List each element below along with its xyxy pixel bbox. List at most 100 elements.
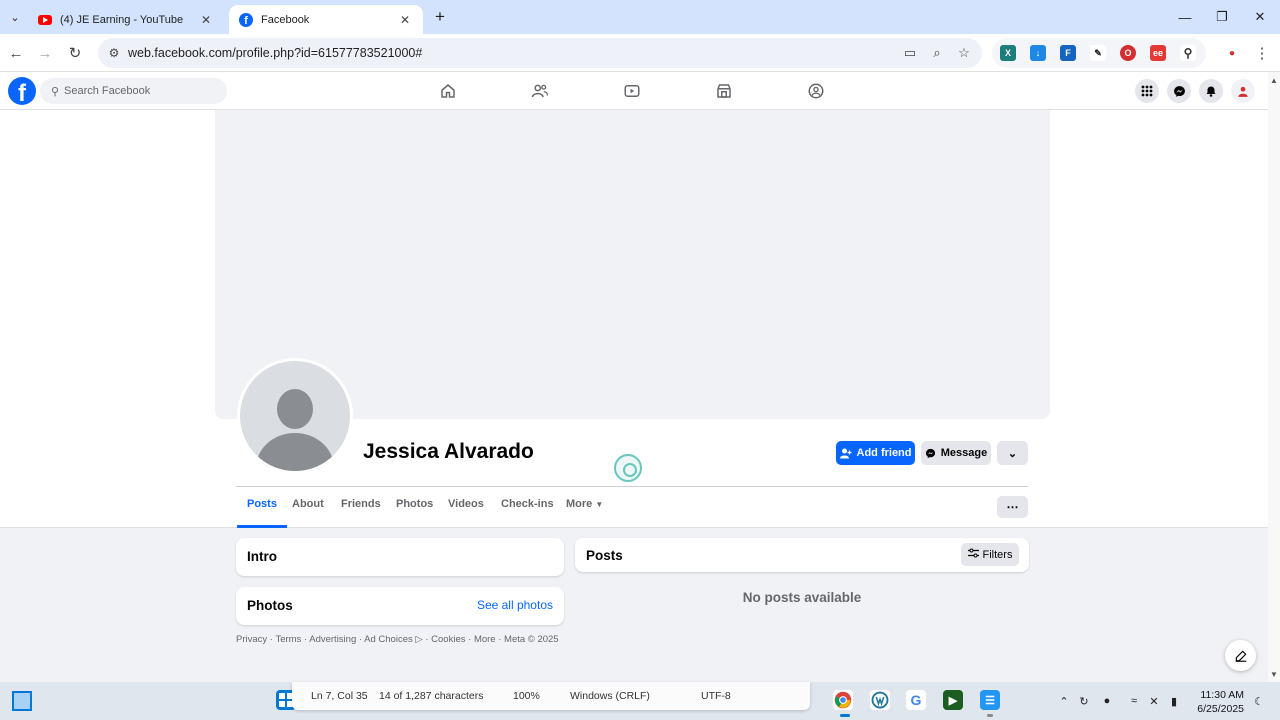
close-window-icon[interactable]: ✕ [1248,6,1272,28]
cover-photo[interactable] [215,110,1050,419]
editor-app-icon[interactable]: ▶ [943,690,963,710]
line-ending[interactable]: Windows (CRLF) [570,690,650,702]
footer-link-more[interactable]: More [474,634,496,645]
eyedropper-extension-icon[interactable]: ✎ [1090,45,1106,61]
new-message-button[interactable] [1225,640,1256,671]
filters-sliders-icon [967,548,979,561]
footer-link-advertising[interactable]: Advertising [309,634,356,645]
page-scrollbar[interactable]: ▲ ▼ [1268,72,1280,682]
footer-link-terms[interactable]: Terms [275,634,301,645]
no-posts-message: No posts available [742,590,862,605]
bookmark-star-icon[interactable]: ☆ [956,45,972,61]
extension-6-icon[interactable]: ee [1150,45,1166,61]
extension-5-icon[interactable]: O [1120,45,1136,61]
tab-friends[interactable]: Friends [341,498,381,526]
windows-taskbar: Ln 7, Col 35 14 of 1,287 characters 100%… [0,682,1280,720]
notifications-bell-icon[interactable] [1199,79,1223,103]
messenger-icon[interactable] [1167,79,1191,103]
add-friend-button[interactable]: Add friend [836,441,915,465]
ad-choices-icon: ▷ [415,634,423,645]
more-options-button[interactable]: ⋯ [997,496,1028,518]
tab-youtube[interactable]: (4) JE Earning - YouTube ✕ [28,5,224,34]
friends-icon[interactable] [530,81,550,101]
photos-card: Photos See all photos [236,587,564,625]
forward-arrow-icon[interactable]: → [35,43,55,63]
close-tab-icon[interactable]: ✕ [397,12,413,28]
tab-posts[interactable]: Posts [237,498,287,528]
footer-link-ad-choices[interactable]: Ad Choices [364,634,413,645]
zoom-icon[interactable]: ⌕ [929,45,945,61]
new-tab-button[interactable]: + [430,7,450,27]
posts-card: Posts Filters [575,538,1029,572]
account-avatar-icon[interactable] [1231,79,1255,103]
wordpress-icon[interactable] [870,690,890,710]
groups-icon[interactable] [806,81,826,101]
footer-links: Privacy · Terms · Advertising · Ad Choic… [236,634,559,645]
scroll-up-icon[interactable]: ▲ [1270,76,1278,85]
chrome-menu-icon[interactable]: ⋮ [1252,43,1272,63]
google-icon[interactable]: G [906,690,926,710]
minimize-icon[interactable]: — [1173,6,1197,28]
battery-icon[interactable]: ▮ [1167,694,1181,708]
footer-link-privacy[interactable]: Privacy [236,634,267,645]
widgets-icon[interactable] [12,691,32,711]
reload-icon[interactable]: ↻ [65,43,85,63]
tab-more[interactable]: More ▼ [566,498,603,526]
site-settings-icon[interactable]: ⚙ [106,45,122,61]
microphone-icon[interactable]: ● [1100,694,1114,708]
encoding[interactable]: UTF-8 [701,690,731,702]
system-clock[interactable]: 11:30 AM 6/25/2025 [1188,688,1244,716]
tab-search-chevron-icon[interactable]: ⌄ [6,8,24,26]
character-count: 14 of 1,287 characters [379,690,484,702]
marketplace-icon[interactable] [714,81,734,101]
tab-videos[interactable]: Videos [448,498,484,526]
search-input[interactable] [64,82,219,100]
facebook-search[interactable]: ⚲ [40,78,227,104]
extension-1-icon[interactable]: X [1000,45,1016,61]
tab-photos[interactable]: Photos [396,498,433,526]
profile-avatar-icon[interactable]: ● [1222,43,1242,63]
video-icon[interactable] [622,81,642,101]
profile-name: Jessica Alvarado [363,440,534,463]
notepad-icon[interactable]: ☰ [980,690,1000,710]
install-app-icon[interactable]: ▭ [902,45,918,61]
tab-title: Facebook [261,13,310,26]
sync-icon[interactable]: ↻ [1077,694,1091,708]
message-button[interactable]: Message [921,441,991,465]
ellipsis-icon: ⋯ [1006,500,1019,514]
notifications-moon-icon[interactable]: ☾ [1252,694,1266,708]
back-arrow-icon[interactable]: ← [6,43,26,63]
volume-muted-icon[interactable]: ✕ [1147,694,1161,708]
filters-label: Filters [982,548,1013,561]
profile-avatar[interactable] [237,358,353,474]
add-person-icon [839,448,852,459]
wifi-icon[interactable]: ≈ [1127,694,1141,708]
profile-options-button[interactable]: ⌄ [997,441,1028,465]
download-extension-icon[interactable]: ↓ [1030,45,1046,61]
address-bar[interactable]: ⚙ web.facebook.com/profile.php?id=615777… [98,38,982,68]
facebook-header: f ⚲ [0,72,1268,110]
facebook-icon: f [239,12,253,27]
restore-icon[interactable]: ❐ [1210,6,1234,28]
see-all-photos-link[interactable]: See all photos [477,598,553,612]
posts-title: Posts [586,548,623,563]
extension-3-icon[interactable]: F [1060,45,1076,61]
zoom-level[interactable]: 100% [513,690,540,702]
chrome-icon[interactable] [833,690,853,710]
url-text: web.facebook.com/profile.php?id=61577783… [128,46,423,60]
extensions-puzzle-icon[interactable]: ⚲ [1180,45,1196,61]
tab-about[interactable]: About [292,498,324,526]
footer-link-cookies[interactable]: Cookies [431,634,465,645]
scroll-down-icon[interactable]: ▼ [1270,670,1278,679]
default-avatar-icon [240,361,350,471]
filters-button[interactable]: Filters [961,543,1019,566]
facebook-logo-icon[interactable]: f [8,77,36,105]
tab-facebook[interactable]: f Facebook ✕ [229,5,423,34]
notepad-status-bar: Ln 7, Col 35 14 of 1,287 characters 100%… [292,682,810,710]
tab-check-ins[interactable]: Check-ins [501,498,554,526]
close-tab-icon[interactable]: ✕ [198,12,214,28]
tab-more-label: More [566,498,593,510]
menu-grid-icon[interactable] [1135,79,1159,103]
home-icon[interactable] [438,81,458,101]
tray-overflow-chevron-icon[interactable]: ⌃ [1057,694,1071,708]
